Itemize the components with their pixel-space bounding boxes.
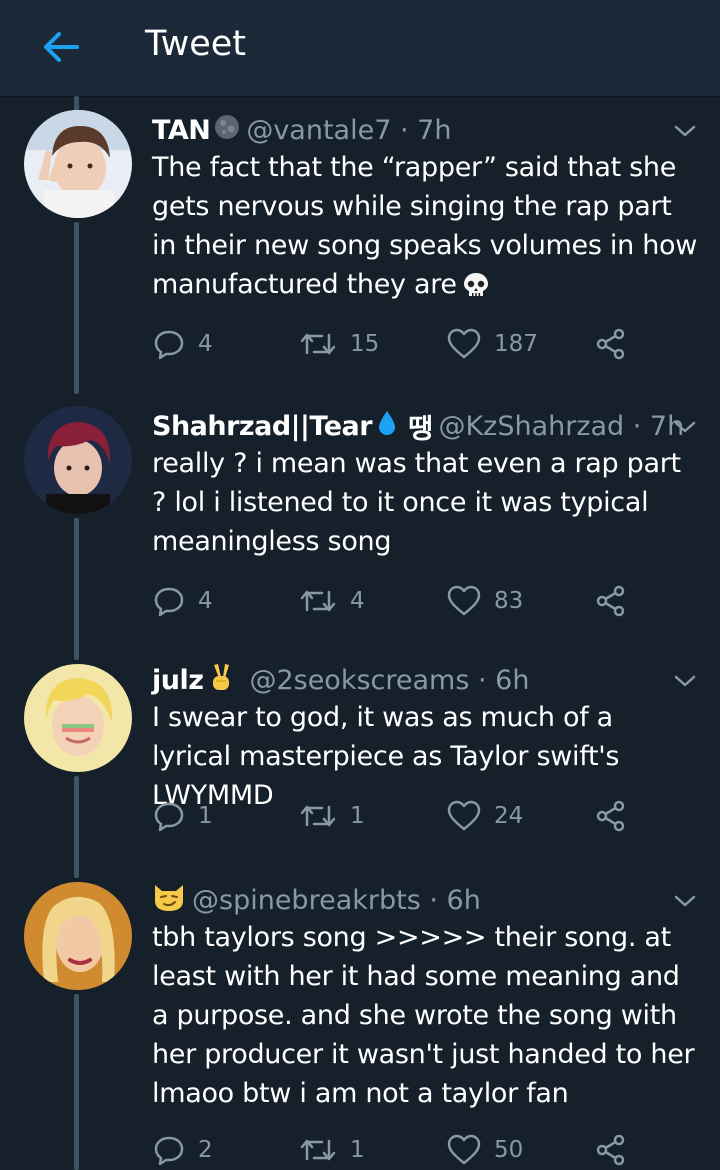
reply-count: 4 [198, 588, 213, 614]
chevron-down-icon [674, 125, 696, 137]
retweet-icon [300, 1139, 336, 1161]
share-icon [596, 328, 625, 360]
like-count: 50 [494, 1137, 524, 1163]
tweet-header: Shahrzad||Tear 땡 @KzShahrzad · 7h [152, 406, 684, 446]
reply-icon [154, 587, 184, 617]
tweet-actions: 2 1 50 [152, 1130, 700, 1170]
tweet-item[interactable]: TAN @vantale7 · 7h The fact that the “ra… [0, 110, 720, 370]
retweet-button[interactable]: 1 [298, 796, 365, 836]
tweet-text: really ? i mean was that even a rap part… [152, 448, 681, 557]
tweet-menu-button[interactable] [670, 412, 700, 442]
tweet-actions: 1 1 24 [152, 796, 700, 836]
share-icon [596, 585, 625, 617]
reply-button[interactable]: 1 [152, 796, 213, 836]
retweet-count: 4 [350, 588, 365, 614]
like-button[interactable]: 24 [446, 796, 523, 836]
tweet-thread-screen: Tweet TAN @vantale7 · 7h The fact that t… [0, 0, 720, 1170]
display-name[interactable]: Shahrzad||Tear [152, 411, 373, 442]
avatar[interactable] [24, 406, 132, 514]
tweet-menu-button[interactable] [670, 886, 700, 916]
tweet-menu-button[interactable] [670, 116, 700, 146]
retweet-icon [300, 805, 336, 827]
share-icon [596, 1134, 625, 1166]
avatar[interactable] [24, 664, 132, 772]
reply-icon [154, 1136, 184, 1166]
share-button[interactable] [594, 324, 628, 364]
display-name[interactable]: julz [152, 665, 204, 696]
reply-icon [154, 802, 184, 832]
tweet-actions: 4 15 187 [152, 324, 700, 364]
top-app-bar: Tweet [0, 0, 720, 97]
reply-count: 1 [198, 803, 213, 829]
page-title: Tweet [145, 24, 247, 64]
like-count: 187 [494, 331, 538, 357]
reply-icon [154, 330, 184, 360]
retweet-count: 1 [350, 1137, 365, 1163]
tweet-text: tbh taylors song >>>>> their song. at le… [152, 922, 695, 1109]
smirking-cat-icon [152, 881, 186, 920]
handle-and-time[interactable]: @2seokscreams · 6h [249, 665, 529, 696]
display-name-suffix: 땡 [408, 413, 433, 445]
share-icon [596, 800, 625, 832]
tweet-menu-button[interactable] [670, 666, 700, 696]
avatar[interactable] [24, 882, 132, 990]
retweet-icon [300, 333, 336, 355]
arrow-left-icon [44, 32, 79, 62]
share-button[interactable] [594, 1130, 628, 1170]
retweet-button[interactable]: 15 [298, 324, 379, 364]
retweet-count: 1 [350, 803, 365, 829]
heart-icon [447, 585, 481, 616]
handle-and-time[interactable]: @spinebreakrbts · 6h [192, 885, 481, 916]
heart-icon [447, 1134, 481, 1165]
tweet-header: TAN @vantale7 · 7h [152, 110, 451, 150]
chevron-down-icon [674, 421, 696, 433]
like-button[interactable]: 50 [446, 1130, 523, 1170]
display-name[interactable]: TAN [152, 115, 211, 146]
handle-and-time[interactable]: @KzShahrzad · 7h [438, 411, 684, 442]
tweet-text-body: The fact that the “rapper” said that she… [152, 152, 698, 300]
reply-count: 4 [198, 331, 213, 357]
like-count: 83 [494, 588, 524, 614]
victory-hand-icon [207, 662, 235, 699]
share-button[interactable] [594, 796, 628, 836]
skull-icon [461, 266, 491, 305]
back-button[interactable] [36, 22, 86, 72]
retweet-count: 15 [350, 331, 380, 357]
droplet-icon [376, 409, 398, 444]
tweet-header: @spinebreakrbts · 6h [152, 880, 481, 920]
like-count: 24 [494, 803, 524, 829]
heart-icon [447, 800, 481, 831]
handle-and-time[interactable]: @vantale7 · 7h [246, 115, 451, 146]
tweet-header: julz @2seokscreams · 6h [152, 660, 529, 700]
tweet-text: The fact that the “rapper” said that she… [152, 148, 700, 305]
moon-icon [214, 114, 240, 147]
reply-button[interactable]: 2 [152, 1130, 213, 1170]
retweet-icon [300, 590, 336, 612]
retweet-button[interactable]: 1 [298, 1130, 365, 1170]
tweet-actions: 4 4 83 [152, 581, 700, 621]
retweet-button[interactable]: 4 [298, 581, 365, 621]
like-button[interactable]: 187 [446, 324, 538, 364]
like-button[interactable]: 83 [446, 581, 523, 621]
reply-button[interactable]: 4 [152, 324, 213, 364]
tweet-item[interactable]: @spinebreakrbts · 6h tbh taylors song >>… [0, 880, 720, 1170]
reply-count: 2 [198, 1137, 213, 1163]
chevron-down-icon [674, 675, 696, 687]
chevron-down-icon [674, 895, 696, 907]
share-button[interactable] [594, 581, 628, 621]
reply-button[interactable]: 4 [152, 581, 213, 621]
tweet-item[interactable]: Shahrzad||Tear 땡 @KzShahrzad · 7h really… [0, 406, 720, 626]
heart-icon [447, 328, 481, 359]
tweet-item[interactable]: julz @2seokscreams · 6h I swear to god, … [0, 660, 720, 840]
avatar[interactable] [24, 110, 132, 218]
